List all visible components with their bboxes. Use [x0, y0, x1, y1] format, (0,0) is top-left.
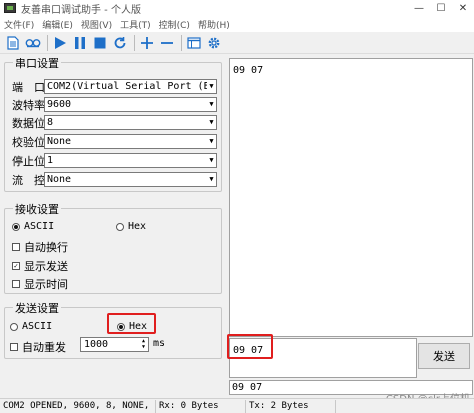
parity-value: None [47, 136, 72, 147]
auto-wrap-label: 自动换行 [24, 241, 68, 254]
checkbox-unchecked-icon[interactable] [12, 280, 20, 288]
chevron-down-icon[interactable]: ▼ [207, 135, 216, 148]
show-time-checkbox[interactable]: 显示时间 [12, 276, 68, 292]
app-icon [4, 3, 16, 13]
toolbar-separator [134, 34, 135, 51]
rx-count-text: Rx: 0 Bytes [159, 400, 219, 411]
databits-label: 数据位 [12, 117, 45, 130]
connection-status-text: COM2 OPENED, 9600, 8, NONE, 1, OFF [3, 400, 155, 411]
auto-wrap-checkbox[interactable]: 自动换行 [12, 239, 68, 255]
receive-hex-radio[interactable]: Hex [116, 221, 146, 232]
menu-control[interactable]: 控制(C) [155, 18, 194, 31]
status-bar: COM2 OPENED, 9600, 8, NONE, 1, OFF Rx: 0… [0, 398, 474, 413]
receive-hex-label: Hex [128, 221, 147, 232]
send-highlight-box [227, 334, 273, 359]
window-title: 友善串口调试助手 - 个人版 [21, 4, 141, 16]
parity-label: 校验位 [12, 136, 45, 149]
baud-value: 9600 [47, 99, 72, 110]
databits-select[interactable]: 8 ▼ [44, 115, 217, 130]
send-button[interactable]: 发送 [418, 343, 470, 369]
menu-bar: 文件(F) 编辑(E) 视图(V) 工具(T) 控制(C) 帮助(H) [0, 16, 474, 32]
menu-file[interactable]: 文件(F) [0, 18, 38, 31]
resend-interval-input[interactable]: 1000 ▲ ▼ [80, 337, 149, 352]
pause-icon[interactable] [71, 34, 89, 52]
receive-display[interactable]: 09 07 [229, 58, 473, 337]
play-icon[interactable] [51, 34, 69, 52]
checkbox-unchecked-icon[interactable] [10, 343, 18, 351]
show-time-label: 显示时间 [24, 278, 68, 291]
send-ascii-radio[interactable]: ASCII [10, 321, 52, 332]
window-icon[interactable] [185, 34, 203, 52]
stopbits-value: 1 [47, 155, 54, 166]
menu-help[interactable]: 帮助(H) [194, 18, 234, 31]
menu-view[interactable]: 视图(V) [77, 18, 116, 31]
auto-resend-checkbox[interactable]: 自动重发 [10, 339, 66, 355]
checkbox-checked-icon[interactable]: ✓ [12, 262, 20, 270]
interval-unit: ms [153, 338, 166, 349]
menu-edit[interactable]: 编辑(E) [38, 18, 77, 31]
chevron-down-icon[interactable]: ▼ [207, 154, 216, 167]
send-settings-title: 发送设置 [13, 300, 61, 316]
resend-interval-value: 1000 [84, 339, 109, 350]
refresh-icon[interactable] [111, 34, 129, 52]
flow-label: 流 控 [12, 174, 45, 187]
history-value: 09 07 [232, 382, 263, 393]
show-send-checkbox[interactable]: ✓ 显示发送 [12, 258, 68, 274]
receive-ascii-radio[interactable]: ASCII [12, 221, 54, 232]
stopbits-select[interactable]: 1 ▼ [44, 153, 217, 168]
checkbox-unchecked-icon[interactable] [12, 243, 20, 251]
toolbar [0, 32, 474, 54]
spin-arrows-icon[interactable]: ▲ ▼ [139, 338, 148, 351]
toolbar-separator [47, 34, 48, 51]
chevron-down-icon[interactable]: ▼ [207, 116, 216, 129]
maximize-button[interactable]: ☐ [430, 0, 452, 16]
tx-count-text: Tx: 2 Bytes [249, 400, 309, 411]
connection-status: COM2 OPENED, 9600, 8, NONE, 1, OFF [0, 399, 156, 413]
flow-value: None [47, 174, 72, 185]
minimize-button[interactable]: — [408, 0, 430, 16]
receive-settings-title: 接收设置 [13, 201, 61, 217]
new-file-icon[interactable] [4, 34, 22, 52]
databits-value: 8 [47, 117, 54, 128]
parity-select[interactable]: None ▼ [44, 134, 217, 149]
serial-settings-title: 串口设置 [13, 55, 61, 71]
settings-icon[interactable] [205, 34, 223, 52]
baud-label: 波特率 [12, 99, 45, 112]
auto-resend-label: 自动重发 [22, 341, 66, 354]
port-select[interactable]: COM2(Virtual Serial Port (Eltima ▼ [44, 79, 217, 94]
title-bar: 友善串口调试助手 - 个人版 — ☐ ✕ [0, 0, 474, 16]
stop-icon[interactable] [91, 34, 109, 52]
receive-ascii-label: ASCII [24, 221, 55, 232]
chevron-down-icon[interactable]: ▼ [207, 80, 216, 93]
chevron-down-icon[interactable]: ▼ [207, 98, 216, 111]
port-value: COM2(Virtual Serial Port (Eltima [47, 81, 216, 92]
show-send-label: 显示发送 [24, 260, 68, 273]
tx-count: Tx: 2 Bytes [246, 399, 336, 413]
loop-icon[interactable] [24, 34, 42, 52]
radio-off-icon[interactable] [116, 222, 124, 231]
menu-tools[interactable]: 工具(T) [116, 18, 155, 31]
toolbar-separator [181, 34, 182, 51]
remove-icon[interactable] [158, 34, 176, 52]
add-icon[interactable] [138, 34, 156, 52]
stopbits-label: 停止位 [12, 155, 45, 168]
port-label: 端 口 [12, 81, 45, 94]
rx-count: Rx: 0 Bytes [156, 399, 246, 413]
chevron-down-icon[interactable]: ▼ [207, 173, 216, 186]
radio-on-icon[interactable] [12, 222, 20, 231]
send-ascii-label: ASCII [22, 321, 53, 332]
receive-text: 09 07 [233, 65, 264, 76]
hex-highlight-box [107, 313, 156, 334]
baud-select[interactable]: 9600 ▼ [44, 97, 217, 112]
close-button[interactable]: ✕ [452, 0, 474, 16]
radio-off-icon[interactable] [10, 322, 18, 331]
flow-select[interactable]: None ▼ [44, 172, 217, 187]
